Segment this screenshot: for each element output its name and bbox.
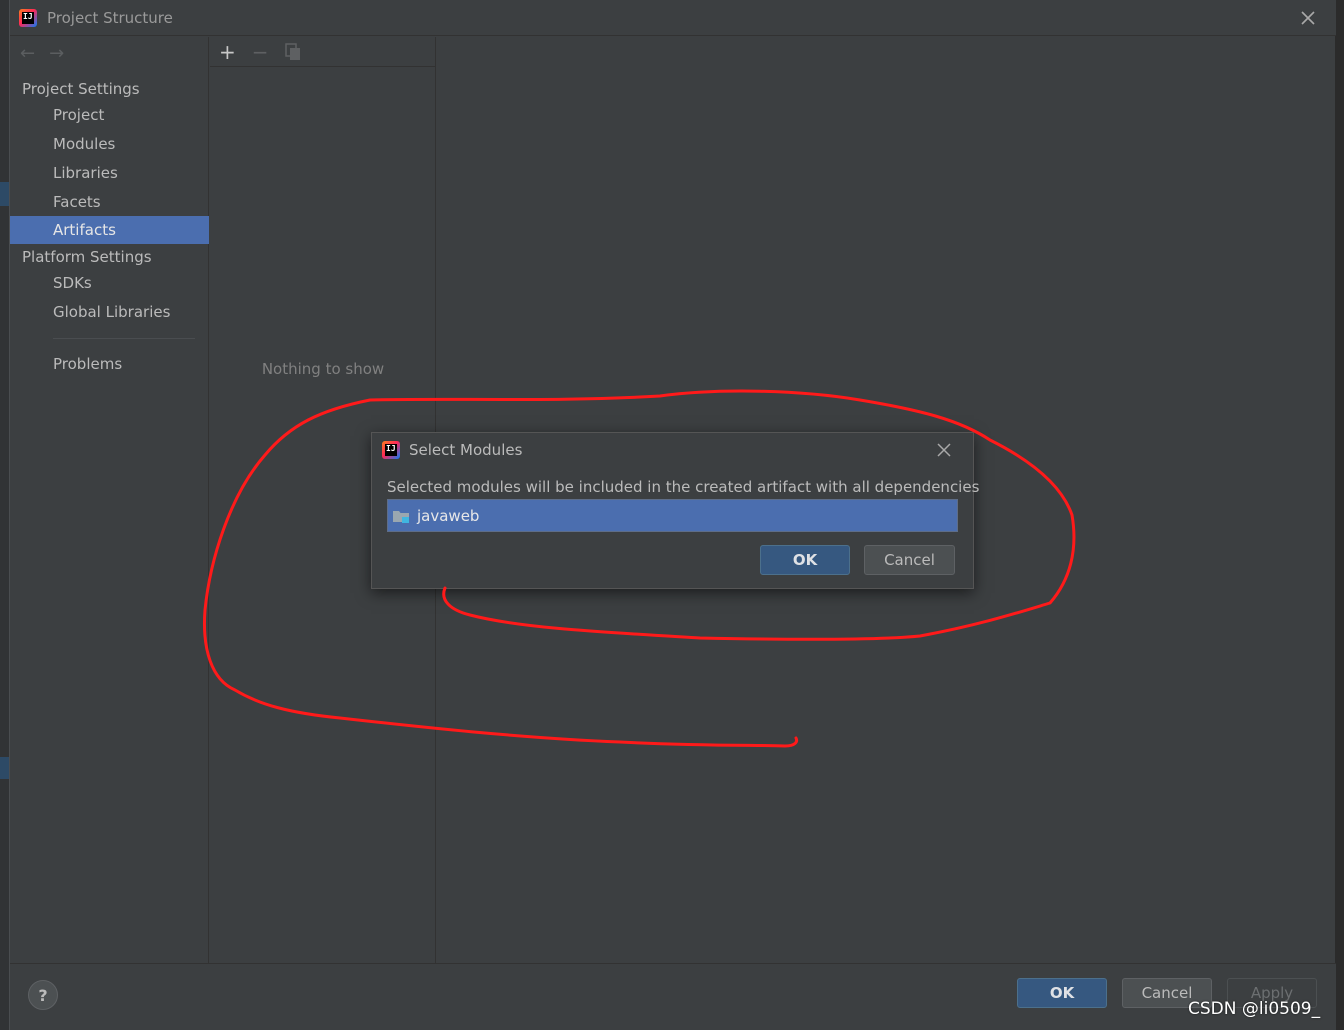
sidebar-divider — [53, 338, 195, 339]
ok-button[interactable]: OK — [1017, 978, 1107, 1008]
background-ide-right-edge — [1335, 0, 1344, 1030]
csdn-watermark: CSDN @li0509_ — [1188, 999, 1321, 1019]
sidebar-item-artifacts[interactable]: Artifacts — [10, 216, 209, 244]
back-arrow-icon[interactable]: ← — [20, 45, 35, 63]
dialog-ok-button[interactable]: OK — [760, 545, 850, 575]
intellij-app-icon: IJ — [19, 8, 37, 27]
dialog-description: Selected modules will be included in the… — [387, 478, 980, 496]
sidebar-item-sdks[interactable]: SDKs — [10, 269, 209, 297]
remove-icon[interactable]: − — [252, 42, 269, 62]
title-bar: IJ Project Structure — [10, 0, 1336, 36]
module-list: javaweb — [387, 499, 958, 532]
settings-sidebar: ← → Project Settings Project Modules Lib… — [10, 37, 209, 963]
dialog-title: Select Modules — [409, 441, 523, 459]
window-title: Project Structure — [47, 8, 173, 27]
sidebar-item-problems[interactable]: Problems — [10, 350, 209, 378]
group-project-settings: Project Settings — [22, 80, 140, 98]
background-ide-left-edge — [0, 0, 9, 1030]
close-icon[interactable] — [935, 441, 953, 459]
close-icon[interactable] — [1298, 8, 1318, 28]
sidebar-item-facets[interactable]: Facets — [10, 188, 209, 216]
sidebar-item-global-libraries[interactable]: Global Libraries — [10, 298, 209, 326]
background-stripe — [0, 182, 9, 206]
dialog-cancel-button[interactable]: Cancel — [864, 545, 955, 575]
intellij-app-icon: IJ — [382, 441, 400, 459]
group-platform-settings: Platform Settings — [22, 248, 152, 266]
sidebar-item-project[interactable]: Project — [10, 101, 209, 129]
copy-icon[interactable] — [284, 42, 301, 61]
add-icon[interactable]: + — [219, 42, 236, 62]
sidebar-item-modules[interactable]: Modules — [10, 130, 209, 158]
dialog-title-bar: IJ Select Modules — [372, 433, 973, 467]
background-stripe — [0, 757, 9, 779]
module-name: javaweb — [417, 506, 480, 525]
select-modules-dialog: IJ Select Modules Selected modules will … — [371, 432, 979, 589]
help-button[interactable]: ? — [28, 980, 58, 1010]
artifacts-toolbar: + − — [210, 37, 436, 67]
empty-state-text: Nothing to show — [261, 360, 385, 378]
forward-arrow-icon[interactable]: → — [49, 45, 64, 63]
history-nav: ← → — [20, 45, 64, 63]
dialog-footer: ? OK Cancel Apply — [10, 963, 1336, 1030]
module-folder-icon — [393, 510, 409, 523]
list-item[interactable]: javaweb — [388, 500, 957, 531]
sidebar-item-libraries[interactable]: Libraries — [10, 159, 209, 187]
